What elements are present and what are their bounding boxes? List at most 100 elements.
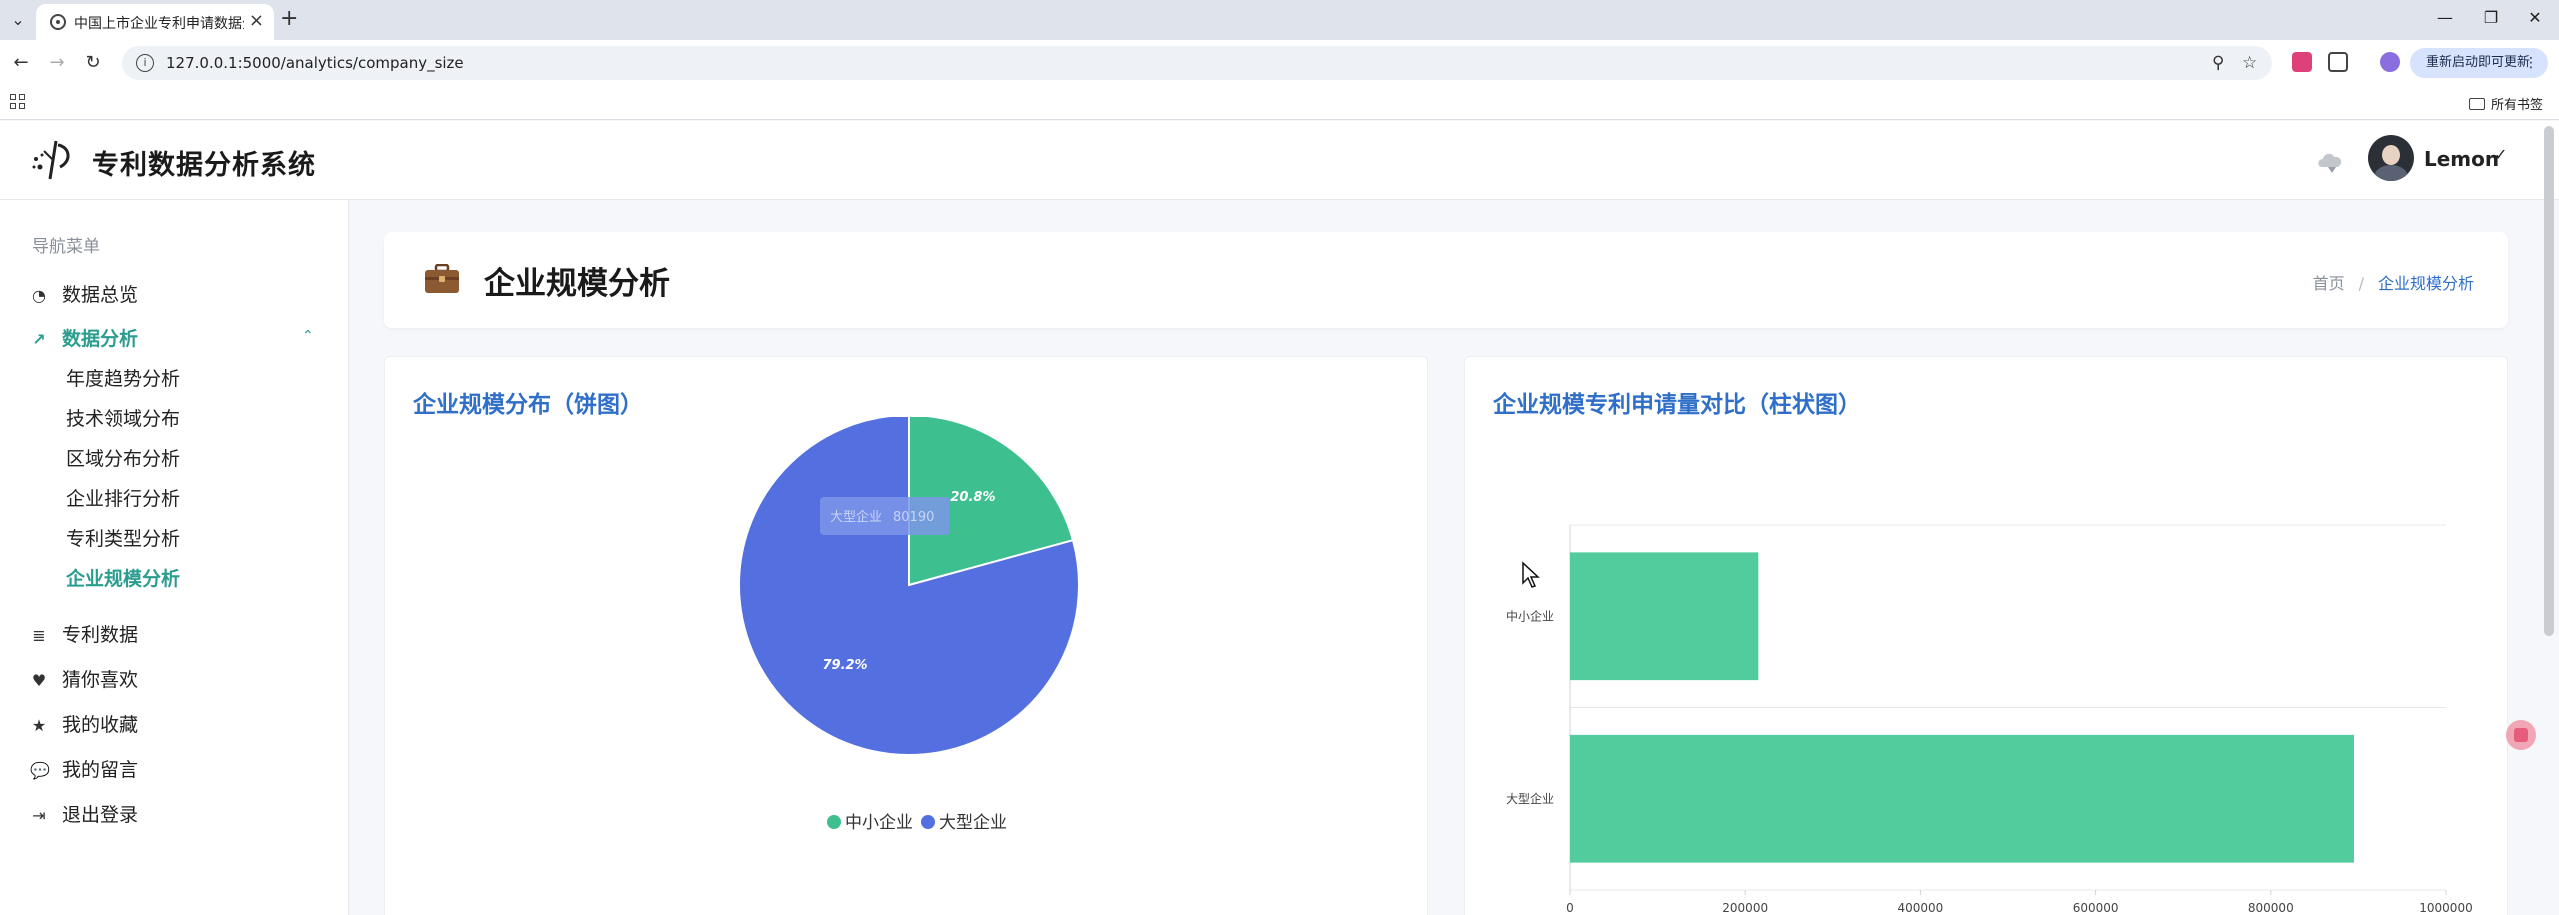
address-bar[interactable]: i 127.0.0.1:5000/analytics/company_size … xyxy=(122,46,2272,80)
sidebar-item-label: 退出登录 xyxy=(62,804,139,826)
legend-label: 中小企业 xyxy=(845,813,913,833)
sidebar-item-label: 我的收藏 xyxy=(62,714,139,736)
sidebar-item-messages[interactable]: 💬 我的留言 xyxy=(30,755,138,782)
database-icon: ≣ xyxy=(32,626,46,645)
translate-float-icon[interactable] xyxy=(2506,720,2536,750)
extensions-puzzle-icon[interactable] xyxy=(2328,52,2348,72)
comments-icon: 💬 xyxy=(30,761,50,780)
bookmark-star-icon[interactable]: ☆ xyxy=(2242,52,2257,74)
minimize-icon[interactable]: — xyxy=(2430,6,2460,30)
extension-icon[interactable] xyxy=(2292,52,2312,72)
tab-title: 中国上市企业专利申请数据分析 xyxy=(74,16,244,32)
bar-0[interactable] xyxy=(1570,552,1759,681)
x-tick-label: 800000 xyxy=(2248,901,2294,915)
cloud-icon[interactable] xyxy=(2316,145,2346,175)
more-menu-icon[interactable]: ⋮ xyxy=(2524,48,2538,78)
legend-item[interactable]: 中小企业 xyxy=(827,813,913,833)
pie-chart-title: 企业规模分布（饼图） xyxy=(413,392,643,418)
bar-chart-title: 企业规模专利申请量对比（柱状图） xyxy=(1493,392,1861,418)
legend-swatch xyxy=(921,815,935,829)
folder-icon xyxy=(2468,98,2485,110)
x-tick-label: 200000 xyxy=(1722,901,1768,915)
pie-chart-icon: ◔ xyxy=(32,286,46,305)
zoom-icon[interactable]: ⚲ xyxy=(2212,52,2224,74)
sub-item-company-rank[interactable]: 企业排行分析 xyxy=(66,484,180,511)
page-title: 企业规模分析 xyxy=(484,266,670,302)
heart-icon: ♥ xyxy=(31,671,47,690)
forward-icon[interactable]: → xyxy=(44,50,70,76)
sub-item-patent-type[interactable]: 专利类型分析 xyxy=(66,524,180,551)
tab-search-icon[interactable]: ⌄ xyxy=(6,8,30,32)
sidebar-item-label: 数据总览 xyxy=(62,284,139,306)
sidebar-item-favorites[interactable]: ★ 我的收藏 xyxy=(30,710,138,737)
site-info-icon[interactable]: i xyxy=(136,54,154,72)
bar-chart[interactable]: 中小企业大型企业 0 200000 400000 600000 800000 1000000 xyxy=(1465,417,2509,915)
pie-chart-card: 企业规模分布（饼图） 20.8% 79.2% 大型企业 80190 中小企业 大型企业 xyxy=(384,356,1428,915)
globe-icon xyxy=(50,14,66,30)
legend-label: 大型企业 xyxy=(939,813,1007,833)
chevron-up-icon[interactable]: ⌃ xyxy=(302,328,314,344)
reload-icon[interactable]: ↻ xyxy=(80,50,106,76)
browser-tab-bar: ⌄ 中国上市企业专利申请数据分析 × + — ❐ ✕ xyxy=(0,0,2559,40)
bar-chart-card: 企业规模专利申请量对比（柱状图） 中小企业大型企业 0 200000 400000 60… xyxy=(1464,356,2508,915)
sidebar-item-label: 数据分析 xyxy=(62,328,139,350)
sub-item-company-size[interactable]: 企业规模分析 xyxy=(66,564,180,591)
close-window-icon[interactable]: ✕ xyxy=(2520,6,2550,30)
sidebar-item-label: 猜你喜欢 xyxy=(62,669,139,691)
x-tick-label: 400000 xyxy=(1897,901,1943,915)
sub-item-tech-field[interactable]: 技术领域分布 xyxy=(66,404,180,431)
avatar[interactable] xyxy=(2368,135,2414,181)
pie-chart[interactable]: 20.8% 79.2% 大型企业 80190 中小企业 大型企业 xyxy=(385,417,1429,915)
breadcrumb-home[interactable]: 首页 xyxy=(2313,274,2345,293)
bar-1[interactable] xyxy=(1570,734,2355,863)
browser-toolbar: ← → ↻ i 127.0.0.1:5000/analytics/company… xyxy=(0,40,2559,86)
legend-item[interactable]: 大型企业 xyxy=(921,813,1007,833)
pie-slice-label: 20.8% xyxy=(950,490,995,505)
page-header: 企业规模分析 首页 / 企业规模分析 xyxy=(384,232,2508,328)
back-icon[interactable]: ← xyxy=(8,50,34,76)
apps-grid-icon[interactable] xyxy=(10,94,26,110)
new-tab-icon[interactable]: + xyxy=(280,7,298,31)
sidebar-item-overview[interactable]: ◔ 数据总览 xyxy=(30,280,138,307)
tab-close-icon[interactable]: × xyxy=(249,10,264,32)
sidebar-item-logout[interactable]: ⇥ 退出登录 xyxy=(30,800,138,827)
restore-icon[interactable]: ❐ xyxy=(2476,6,2506,30)
sidebar-item-patent-data[interactable]: ≣ 专利数据 xyxy=(30,620,138,647)
breadcrumb-current: 企业规模分析 xyxy=(2377,274,2474,293)
browser-tab[interactable]: 中国上市企业专利申请数据分析 × xyxy=(36,4,274,40)
briefcase-icon xyxy=(425,264,459,293)
pie-tooltip-category: 大型企业 xyxy=(830,509,882,525)
update-label: 重新启动即可更新 xyxy=(2426,55,2531,70)
x-tick-label: 1000000 xyxy=(2419,901,2472,915)
sub-item-region[interactable]: 区域分布分析 xyxy=(66,444,180,471)
all-bookmarks[interactable]: 所有书签 xyxy=(2468,94,2543,113)
sidebar-item-recommend[interactable]: ♥ 猜你喜欢 xyxy=(30,665,138,692)
pie-tooltip: 大型企业 80190 xyxy=(820,497,950,535)
update-button[interactable]: 重新启动即可更新 ⋮ xyxy=(2410,48,2548,78)
legend-swatch xyxy=(827,815,841,829)
app-header: 专利数据分析系统 Lemon ✓ xyxy=(0,121,2559,200)
y-tick-label: 中小企业 xyxy=(1506,608,1554,623)
x-tick-label: 600000 xyxy=(2073,901,2119,915)
all-bookmarks-label: 所有书签 xyxy=(2490,98,2543,113)
sidebar-item-analytics[interactable]: ↗ 数据分析 xyxy=(30,324,138,351)
sub-item-annual-trend[interactable]: 年度趋势分析 xyxy=(66,364,180,391)
pie-slice-label: 79.2% xyxy=(822,658,867,673)
sidebar: 导航菜单 ◔ 数据总览 ↗ 数据分析 ⌃ 年度趋势分析 技术领域分布 区域分布分析 … xyxy=(0,200,349,915)
profile-icon[interactable] xyxy=(2380,52,2400,72)
mouse-cursor-icon xyxy=(1522,561,1540,588)
x-tick-label: 0 xyxy=(1566,901,1574,915)
app-title: 专利数据分析系统 xyxy=(92,150,316,181)
chevron-down-icon[interactable]: ✓ xyxy=(2494,145,2507,164)
star-icon: ★ xyxy=(31,716,47,735)
user-name[interactable]: Lemon xyxy=(2424,147,2499,171)
breadcrumb: 首页 / 企业规模分析 xyxy=(2312,274,2474,293)
sign-out-icon: ⇥ xyxy=(32,806,46,825)
url-text[interactable]: 127.0.0.1:5000/analytics/company_size xyxy=(166,54,464,72)
bookmarks-bar: 所有书签 xyxy=(0,86,2559,120)
page-scrollbar[interactable] xyxy=(2544,126,2554,636)
y-tick-label: 大型企业 xyxy=(1506,791,1554,806)
sidebar-item-label: 专利数据 xyxy=(62,624,139,646)
app-logo-icon xyxy=(32,140,70,180)
line-chart-icon: ↗ xyxy=(32,330,46,349)
